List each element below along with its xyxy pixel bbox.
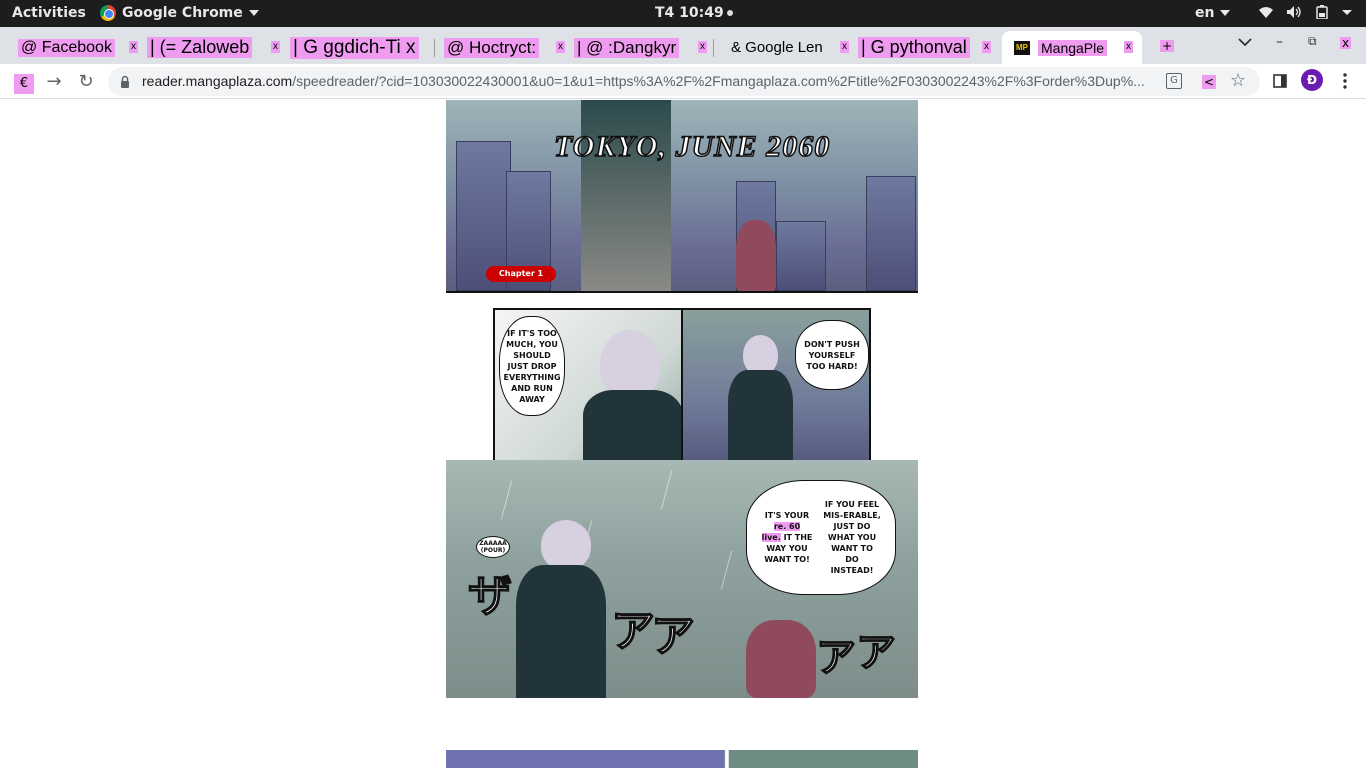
forward-button[interactable]: →: [44, 71, 64, 92]
minimize-button[interactable]: –: [1276, 34, 1283, 50]
manga-panel-3: DON'T PUSH YOURSELF TOO HARD!: [681, 308, 871, 473]
speech-bubble-left: IT'S YOUR re. 60 live. IT THE WAY YOU WA…: [761, 510, 813, 565]
manga-panel-next: [446, 750, 918, 768]
sfx-glyph: ア: [650, 610, 696, 663]
dragon-creature: [746, 620, 816, 698]
dragon-creature: [736, 220, 776, 291]
tab-zaloweb[interactable]: | (= Zaloweb x: [147, 31, 287, 64]
tab-close-button[interactable]: x: [982, 41, 991, 53]
manga-panel-row: IF IT'S TOO MUCH, YOU SHOULD JUST DROP E…: [446, 308, 918, 474]
system-top-bar: Activities Google Chrome T4 10:49 en: [0, 0, 1366, 27]
share-button[interactable]: <: [1202, 75, 1217, 89]
tab-title: | G ggdich-Ti x: [290, 36, 419, 59]
sfx-glyph: ア: [610, 605, 656, 658]
wifi-icon: [1258, 5, 1274, 19]
rain-line: [500, 480, 513, 520]
tab-close-button[interactable]: x: [556, 41, 565, 53]
tab-mangaplaza[interactable]: MP MangaPle x: [1002, 31, 1142, 64]
tab-hoctryct[interactable]: @ Hoctryct: x: [444, 31, 569, 64]
chevron-down-icon: [1220, 10, 1231, 16]
new-tab-button[interactable]: +: [1160, 40, 1175, 52]
url-path: /speedreader/?cid=103030022430001&u0=1&u…: [292, 73, 1145, 89]
close-window-button[interactable]: x: [1340, 37, 1352, 49]
manga-panel-rain: ZAAAAA (POUR) ザ ア ア IT'S YOUR re. 60 liv…: [446, 460, 918, 698]
language-menu[interactable]: en: [1195, 5, 1231, 21]
title-caption: TOKYO, JUNE 2060: [553, 129, 831, 164]
character-figure: [581, 100, 671, 291]
profile-avatar[interactable]: Đ: [1301, 69, 1323, 91]
sfx-label: ZAAAAA (POUR): [476, 536, 510, 558]
bookmark-star-icon[interactable]: ☆: [1230, 70, 1246, 91]
tab-search-icon[interactable]: [1238, 35, 1252, 51]
notification-dot-icon: [726, 10, 733, 16]
tab-title: | @ :Dangkyr: [574, 37, 680, 58]
translate-icon[interactable]: G: [1166, 73, 1182, 89]
tab-title: & Google Len: [731, 39, 823, 56]
tab-ggdich[interactable]: | G ggdich-Ti x: [290, 31, 435, 64]
tab-title: | G pythonval: [858, 37, 970, 58]
speech-bubble-right: IF YOU FEEL MIS-ERABLE, JUST DO WHAT YOU…: [823, 500, 881, 575]
tab-title: MangaPle: [1038, 39, 1108, 56]
speech-bubble: IF IT'S TOO MUCH, YOU SHOULD JUST DROP E…: [499, 316, 565, 416]
tab-pythonval[interactable]: | G pythonval x: [858, 31, 998, 64]
tab-close-button[interactable]: x: [271, 41, 280, 53]
activities-button[interactable]: Activities: [12, 5, 86, 21]
building: [776, 221, 826, 291]
tab-close-button[interactable]: x: [1124, 41, 1133, 53]
tab-title: @ Facebook: [18, 38, 115, 57]
tab-dangky[interactable]: | @ :Dangkyr x: [574, 31, 714, 64]
tab-close-button[interactable]: x: [129, 41, 138, 53]
side-panel-icon[interactable]: [1270, 71, 1290, 91]
rain-line: [720, 550, 733, 590]
address-bar[interactable]: reader.mangaplaza.com/speedreader/?cid=1…: [108, 67, 1260, 96]
sfx-glyph: ザ: [467, 570, 513, 623]
sfx-glyph: ア: [855, 629, 897, 677]
character-hair: [743, 335, 778, 375]
rain-line: [660, 470, 673, 510]
tab-separator: [713, 39, 714, 57]
maximize-button[interactable]: ⧉: [1308, 34, 1317, 49]
tab-strip: @ Facebook x | (= Zaloweb x | G ggdich-T…: [0, 27, 1366, 64]
chapter-badge: Chapter 1: [486, 266, 556, 282]
chrome-icon: [100, 5, 116, 21]
chevron-down-icon: [1342, 5, 1358, 19]
reload-button[interactable]: ↻: [76, 71, 96, 92]
character-hair: [541, 520, 591, 570]
volume-icon: [1286, 5, 1302, 19]
bubble-text-highlight: live.: [761, 533, 781, 542]
tab-close-button[interactable]: x: [840, 41, 849, 53]
tab-close-button[interactable]: x: [698, 41, 707, 53]
tab-google-lens[interactable]: & Google Len x: [728, 31, 853, 64]
app-menu[interactable]: Google Chrome: [100, 5, 259, 21]
bubble-text-highlight: re. 60: [773, 522, 801, 531]
bubble-text: IT'S YOUR: [764, 511, 810, 520]
tab-facebook[interactable]: @ Facebook x: [12, 31, 147, 64]
speech-bubble-group: IT'S YOUR re. 60 live. IT THE WAY YOU WA…: [746, 480, 896, 595]
back-button[interactable]: €: [14, 74, 34, 94]
manga-panel-2: IF IT'S TOO MUCH, YOU SHOULD JUST DROP E…: [493, 308, 691, 473]
lock-icon: [120, 74, 130, 88]
character-jacket: [728, 370, 793, 471]
speech-bubble: DON'T PUSH YOURSELF TOO HARD!: [795, 320, 869, 390]
chevron-down-icon: [248, 10, 259, 16]
building: [866, 176, 916, 291]
system-tray[interactable]: [1258, 5, 1358, 19]
tab-title: @ Hoctryct:: [444, 37, 540, 58]
mangaplaza-icon: MP: [1014, 40, 1030, 55]
language-label: en: [1195, 5, 1215, 21]
manga-panel-title: TOKYO, JUNE 2060 Chapter 1: [446, 100, 918, 293]
tab-separator: [434, 39, 435, 57]
url-text[interactable]: reader.mangaplaza.com/speedreader/?cid=1…: [142, 73, 1152, 89]
sfx-glyph: ア: [815, 634, 857, 682]
character-jacket: [516, 565, 606, 698]
url-host: reader.mangaplaza.com: [142, 73, 293, 89]
clock[interactable]: T4 10:49: [655, 5, 733, 21]
clock-label: T4 10:49: [655, 5, 724, 21]
tab-title: | (= Zaloweb: [147, 37, 253, 58]
manga-reader-page[interactable]: TOKYO, JUNE 2060 Chapter 1 IF IT'S TOO M…: [0, 100, 1366, 768]
browser-toolbar: € → ↻ reader.mangaplaza.com/speedreader/…: [0, 64, 1366, 99]
battery-icon: [1314, 5, 1330, 19]
app-name: Google Chrome: [122, 5, 243, 21]
menu-kebab-icon[interactable]: [1335, 71, 1355, 91]
